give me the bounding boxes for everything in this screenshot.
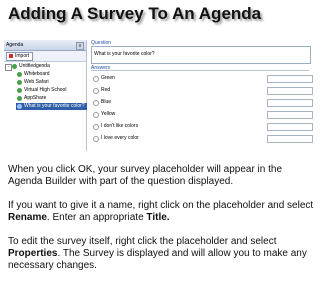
answer-label: I love every color (101, 135, 139, 141)
close-icon[interactable]: x (76, 42, 84, 50)
answer-label: I don't like colors (101, 123, 139, 129)
tree-item-appshare[interactable]: AppShare (16, 95, 46, 102)
tree-item-whiteboard[interactable]: Whiteboard (16, 71, 50, 78)
tree-item-label: Web Safari (24, 79, 49, 85)
appshare-icon (17, 96, 22, 101)
tree-item-untitled-agenda[interactable]: Untitledgenda (11, 63, 50, 70)
radio-button[interactable] (93, 112, 99, 118)
slide-title: Adding A Survey To An Agenda (8, 4, 262, 23)
instruction-text: To edit the survey itself, right click t… (8, 236, 277, 247)
title-term: Title. (146, 212, 170, 223)
answer-row: Blue (91, 98, 313, 107)
answer-row: Yellow (91, 110, 313, 119)
instruction-paragraph: When you click OK, your survey placehold… (8, 164, 316, 188)
answer-row: I don't like colors (91, 122, 313, 131)
answer-label: Yellow (101, 111, 116, 117)
answer-input[interactable] (267, 123, 313, 131)
answer-row: I love every color (91, 134, 313, 143)
radio-button[interactable] (93, 88, 99, 94)
import-button[interactable]: Import (6, 52, 34, 61)
instruction-text: . Enter an appropriate (46, 212, 147, 223)
instruction-paragraph: If you want to give it a name, right cli… (8, 200, 316, 224)
properties-term: Properties (8, 248, 58, 259)
answer-label: Green (101, 75, 115, 81)
tree-item-label: Untitledgenda (19, 63, 50, 69)
agenda-panel-header: Agenda x (4, 40, 86, 51)
agenda-panel-title: Agenda (6, 42, 24, 48)
answer-row: Green (91, 74, 313, 83)
question-field[interactable]: What is your favorite color? (91, 46, 311, 64)
answer-input[interactable] (267, 87, 313, 95)
tree-item-label: Whiteboard (24, 71, 50, 77)
agenda-builder-screenshot: Agenda x Import - Untitledgenda Whiteboa… (4, 40, 316, 151)
instruction-text: If you want to give it a name, right cli… (8, 200, 314, 211)
tree-item-survey[interactable]: What is your favorite color? (16, 103, 87, 110)
instruction-paragraph: To edit the survey itself, right click t… (8, 236, 316, 272)
answer-input[interactable] (267, 75, 313, 83)
web-safari-icon (17, 80, 22, 85)
agenda-panel: Agenda x Import - Untitledgenda Whiteboa… (4, 40, 87, 151)
radio-button[interactable] (93, 124, 99, 130)
instruction-text: When you click OK, your survey placehold… (8, 164, 283, 187)
agenda-icon (12, 64, 17, 69)
answer-input[interactable] (267, 99, 313, 107)
rename-term: Rename (8, 212, 47, 223)
radio-button[interactable] (93, 136, 99, 142)
answer-row: Red (91, 86, 313, 95)
answer-input[interactable] (267, 135, 313, 143)
radio-button[interactable] (93, 100, 99, 106)
answer-label: Red (101, 87, 111, 93)
web-page-icon (17, 88, 22, 93)
answers-divider (91, 70, 309, 71)
question-text: What is your favorite color? (94, 51, 155, 57)
tree-item-label: AppShare (24, 95, 47, 101)
tree-item-label: What is your favorite color? (24, 103, 85, 109)
agenda-toolbar: Import (4, 51, 86, 62)
survey-properties-panel: Question What is your favorite color? An… (87, 40, 316, 151)
tree-item-virtual-high-school[interactable]: Virtual High School (16, 87, 66, 94)
whiteboard-icon (17, 72, 22, 77)
instructions-text: When you click OK, your survey placehold… (8, 164, 316, 284)
survey-icon (17, 104, 22, 109)
radio-button[interactable] (93, 76, 99, 82)
tree-item-web-safari[interactable]: Web Safari (16, 79, 49, 86)
tree-item-label: Virtual High School (24, 87, 67, 93)
answer-input[interactable] (267, 111, 313, 119)
answer-label: Blue (101, 99, 112, 105)
